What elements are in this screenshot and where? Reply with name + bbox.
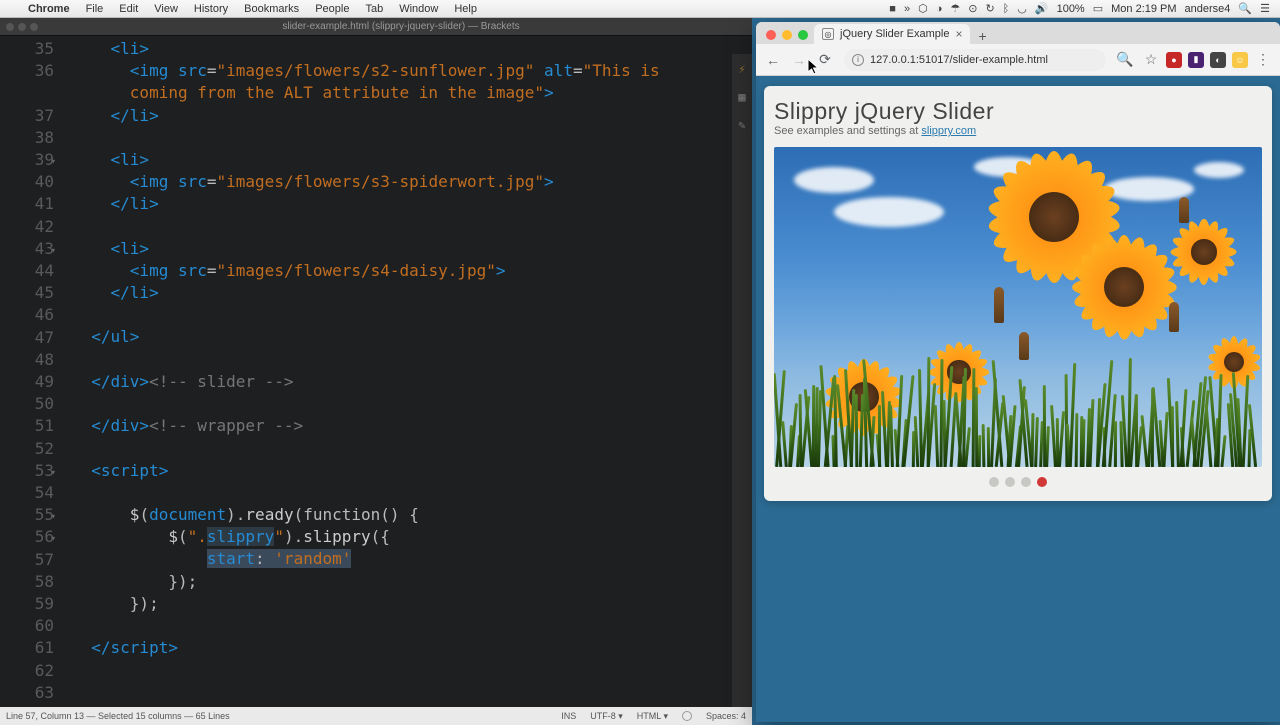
- extension-icon[interactable]: ▦: [735, 90, 749, 104]
- menu-view[interactable]: View: [146, 3, 186, 15]
- brackets-sidebar: ⚡ ▦ ✎: [732, 54, 752, 707]
- status-ins[interactable]: INS: [561, 711, 576, 721]
- pager-dot[interactable]: [1021, 477, 1031, 487]
- extension-icon[interactable]: ●: [1166, 52, 1182, 68]
- zoom-icon[interactable]: 🔍: [1114, 49, 1136, 71]
- extension-icon[interactable]: ▮: [1188, 52, 1204, 68]
- slider-heading: Slippry jQuery Slider: [774, 98, 1262, 125]
- slippry-link[interactable]: slippry.com: [921, 125, 976, 137]
- status-encoding[interactable]: UTF-8 ▾: [590, 711, 623, 722]
- battery-percent: 100%: [1057, 3, 1085, 15]
- search-icon[interactable]: 🔍: [1238, 2, 1252, 15]
- live-preview-icon[interactable]: ⚡: [735, 62, 749, 76]
- user-name[interactable]: anderse4: [1185, 3, 1231, 15]
- pager-dot[interactable]: [1005, 477, 1015, 487]
- menu-window[interactable]: Window: [391, 3, 446, 15]
- status-icon[interactable]: »: [904, 3, 910, 15]
- status-cursor: Line 57, Column 13 — Selected 15 columns…: [6, 711, 230, 721]
- chrome-toolbar: ← → ⟳ i 127.0.0.1:51017/slider-example.h…: [756, 44, 1280, 76]
- chrome-window: ◎ jQuery Slider Example × + ← → ⟳ i 127.…: [756, 22, 1280, 722]
- traffic-lights: [764, 30, 814, 44]
- tab-close-icon[interactable]: ×: [955, 27, 962, 41]
- status-icon[interactable]: ⊙: [968, 2, 977, 15]
- brackets-window: slider-example.html (slippry-jquery-slid…: [0, 18, 752, 725]
- menu-help[interactable]: Help: [446, 3, 485, 15]
- pager-dot[interactable]: [1037, 477, 1047, 487]
- minimize-window-icon[interactable]: [782, 30, 792, 40]
- code-area[interactable]: <li> <img src="images/flowers/s2-sunflow…: [62, 36, 752, 707]
- tab-title: jQuery Slider Example: [840, 28, 949, 40]
- extension-icon[interactable]: ◐: [1210, 52, 1226, 68]
- url-text: 127.0.0.1:51017/slider-example.html: [870, 54, 1048, 66]
- status-spaces[interactable]: Spaces: 4: [706, 711, 746, 721]
- new-tab-button[interactable]: +: [970, 28, 994, 44]
- slider-subheading: See examples and settings at slippry.com: [774, 125, 1262, 137]
- menu-icon[interactable]: ☰: [1260, 2, 1270, 15]
- menu-app[interactable]: Chrome: [20, 3, 78, 15]
- brackets-title-text: slider-example.html (slippry-jquery-slid…: [50, 21, 752, 32]
- extensions: ● ▮ ◐ ☺: [1166, 52, 1248, 68]
- wand-icon[interactable]: ✎: [735, 118, 749, 132]
- menu-tab[interactable]: Tab: [357, 3, 391, 15]
- page-content: Slippry jQuery Slider See examples and s…: [756, 76, 1280, 722]
- brackets-titlebar[interactable]: slider-example.html (slippry-jquery-slid…: [0, 18, 752, 36]
- gutter: 3536 373839▾40414243▾4445464748495051525…: [0, 36, 62, 707]
- profile-icon[interactable]: ☺: [1232, 52, 1248, 68]
- close-window-icon[interactable]: [766, 30, 776, 40]
- chrome-menu-icon[interactable]: ⋮: [1252, 51, 1274, 68]
- volume-icon[interactable]: 🔊: [1035, 2, 1049, 15]
- pager-dot[interactable]: [989, 477, 999, 487]
- clock[interactable]: Mon 2:19 PM: [1111, 3, 1176, 15]
- menu-people[interactable]: People: [307, 3, 357, 15]
- wifi-icon[interactable]: ◡: [1017, 2, 1027, 15]
- mouse-cursor-icon: [807, 58, 821, 76]
- menu-bookmarks[interactable]: Bookmarks: [236, 3, 307, 15]
- brackets-statusbar: Line 57, Column 13 — Selected 15 columns…: [0, 707, 752, 725]
- slider-image[interactable]: [774, 147, 1262, 467]
- site-info-icon[interactable]: i: [852, 54, 864, 66]
- status-language[interactable]: HTML ▾: [637, 711, 668, 722]
- status-icon[interactable]: ⬡: [918, 2, 928, 15]
- zoom-window-icon[interactable]: [798, 30, 808, 40]
- status-linting-icon[interactable]: [682, 711, 692, 721]
- editor[interactable]: 3536 373839▾40414243▾4445464748495051525…: [0, 36, 752, 707]
- menu-edit[interactable]: Edit: [111, 3, 146, 15]
- mac-menubar: Chrome File Edit View History Bookmarks …: [0, 0, 1280, 18]
- bookmark-icon[interactable]: ☆: [1140, 49, 1162, 71]
- bluetooth-icon[interactable]: ᛒ: [1003, 3, 1010, 15]
- address-bar[interactable]: i 127.0.0.1:51017/slider-example.html: [844, 49, 1106, 71]
- battery-icon[interactable]: ▭: [1093, 2, 1103, 15]
- status-icon[interactable]: ↻: [985, 2, 994, 15]
- status-icon[interactable]: ■: [889, 3, 896, 15]
- status-icon[interactable]: ◑: [936, 3, 943, 15]
- browser-tab[interactable]: ◎ jQuery Slider Example ×: [814, 24, 970, 44]
- chrome-tabstrip: ◎ jQuery Slider Example × +: [756, 22, 1280, 44]
- menu-file[interactable]: File: [78, 3, 112, 15]
- slider-widget: Slippry jQuery Slider See examples and s…: [764, 86, 1272, 501]
- back-button[interactable]: ←: [762, 49, 784, 71]
- menu-history[interactable]: History: [186, 3, 236, 15]
- status-icon[interactable]: ☂: [950, 2, 960, 15]
- favicon-icon: ◎: [822, 28, 834, 40]
- slider-pager: [774, 477, 1262, 487]
